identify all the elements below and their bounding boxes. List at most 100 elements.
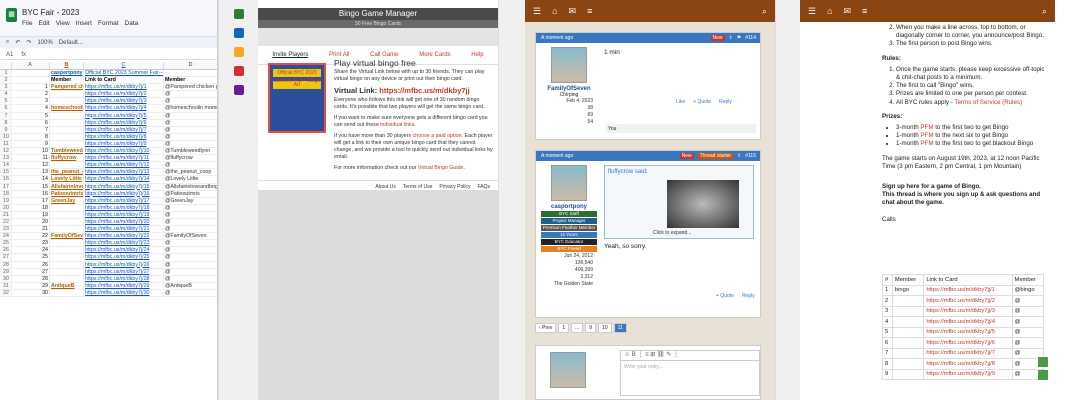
cell[interactable]: @AntiqueB: [164, 283, 217, 289]
cell[interactable]: @: [164, 141, 217, 147]
scroll-up-icon[interactable]: [1038, 357, 1048, 367]
quote-button[interactable]: + Quote: [716, 293, 734, 299]
pfm-link[interactable]: PFM: [920, 132, 933, 139]
cell[interactable]: 5: [12, 112, 50, 119]
cell[interactable]: [50, 162, 84, 169]
post-number[interactable]: #115: [745, 151, 760, 161]
cell[interactable]: the_peanut_g: [50, 169, 84, 176]
cell[interactable]: @: [164, 254, 217, 260]
table-row[interactable]: 8 6 https://mfbc.us/m/dkby7j/6 @: [0, 119, 217, 127]
cell[interactable]: https://mfbc.us/m/dkby7j/25: [84, 254, 164, 261]
cell[interactable]: 28: [0, 261, 12, 268]
cell[interactable]: fluffycrow: [50, 155, 84, 162]
cell[interactable]: https://mfbc.us/m/dkby7jj/6: [923, 337, 1013, 349]
table-row[interactable]: 9 7 https://mfbc.us/m/dkby7j/7 @: [0, 126, 217, 134]
cell[interactable]: AntiqueB: [50, 282, 84, 289]
chat-icon[interactable]: ✉: [569, 6, 577, 17]
table-row[interactable]: 32 30 https://mfbc.us/m/dkby7j/30 @: [0, 289, 217, 297]
menu-icon[interactable]: ☰: [808, 6, 816, 17]
cell[interactable]: 16: [0, 176, 12, 183]
cell[interactable]: 5: [0, 98, 12, 105]
cell[interactable]: 28: [12, 275, 50, 282]
cell[interactable]: [50, 275, 84, 282]
cell[interactable]: https://mfbc.us/m/dkby7j/30: [84, 289, 164, 296]
menu-item[interactable]: Insert: [76, 20, 92, 27]
column-header[interactable]: B: [50, 62, 84, 69]
cell[interactable]: 11: [12, 155, 50, 162]
cell[interactable]: 10: [0, 133, 12, 140]
table-row[interactable]: 3 1 Pampered chi https://mfbc.us/m/dkby7j/1…: [0, 84, 217, 92]
table-row[interactable]: 31 29 AntiqueB https://mfbc.us/m/dkby7j/29 @…: [0, 282, 217, 290]
cell[interactable]: 1: [12, 84, 50, 91]
cell[interactable]: [12, 70, 50, 77]
doc-title[interactable]: BYC Fair - 2023: [22, 8, 79, 17]
sheets-logo-icon[interactable]: ▦: [6, 8, 17, 22]
cell[interactable]: https://mfbc.us/m/dkby7jj/8: [923, 358, 1013, 370]
page-link[interactable]: ‹ Prev: [535, 323, 557, 333]
table-row[interactable]: 1 caspertpony Official BYC 2023 Summer Fai…: [0, 70, 217, 78]
cell[interactable]: 3: [12, 98, 50, 105]
cell[interactable]: @: [164, 269, 217, 275]
cell[interactable]: https://mfbc.us/m/dkby7jj/7: [923, 347, 1013, 359]
cell[interactable]: 12: [12, 162, 50, 169]
table-row[interactable]: 28 26 https://mfbc.us/m/dkby7j/26 @: [0, 261, 217, 269]
expand-link[interactable]: Click to expand...: [653, 230, 691, 236]
cell[interactable]: 25: [12, 254, 50, 261]
cell[interactable]: @Lovely Little: [164, 176, 217, 182]
cell[interactable]: 14: [12, 176, 50, 183]
page-link[interactable]: 10: [598, 323, 612, 333]
cell[interactable]: 2: [12, 91, 50, 98]
cell[interactable]: 27: [12, 268, 50, 275]
cell[interactable]: @: [164, 226, 217, 232]
cell[interactable]: 25: [0, 240, 12, 247]
rules-link[interactable]: Terms of Service (Rules): [954, 99, 1022, 106]
cell[interactable]: 23: [0, 226, 12, 233]
cell[interactable]: 19: [0, 197, 12, 204]
cell[interactable]: https://mfbc.us/m/dkby7j/21: [84, 226, 164, 233]
cell[interactable]: 3: [0, 84, 12, 91]
quote-author[interactable]: fluffycrow said:: [608, 169, 648, 175]
cell[interactable]: 20: [12, 218, 50, 226]
guide-link[interactable]: Virtual Bingo Guide.: [418, 165, 465, 171]
table-row[interactable]: 12 10 Tumbleweedl https://mfbc.us/m/dkby7j/…: [0, 148, 217, 156]
reply-editor[interactable]: ☺ B ⋮ ≡ ⊞ ⛓ ✎ ⋮ Write your reply...: [620, 350, 760, 396]
cell[interactable]: Lovely Little: [50, 176, 84, 183]
cell[interactable]: Patiooutmris: [50, 190, 84, 197]
bingo-nav-item[interactable]: More Cards: [419, 52, 450, 58]
cell[interactable]: https://mfbc.us/m/dkby7j/4: [84, 105, 164, 112]
bookmark-icon[interactable]: ⚑: [737, 33, 741, 43]
cell[interactable]: 13: [0, 155, 12, 162]
cell[interactable]: https://mfbc.us/m/dkby7j/16: [84, 190, 164, 197]
cell[interactable]: https://mfbc.us/m/dkby7jj/9: [923, 368, 1013, 380]
cell[interactable]: [50, 226, 84, 233]
cell[interactable]: 4: [12, 105, 50, 112]
cell[interactable]: [50, 204, 84, 211]
cell[interactable]: 8: [0, 119, 12, 126]
cell[interactable]: @Pampered chicken gir: [164, 84, 217, 90]
table-row[interactable]: 29 27 https://mfbc.us/m/dkby7j/27 @: [0, 268, 217, 276]
cell[interactable]: 9: [0, 126, 12, 133]
cell[interactable]: 24: [0, 233, 12, 240]
cell[interactable]: 32: [0, 289, 12, 296]
cell[interactable]: https://mfbc.us/m/dkby7j/2: [84, 91, 164, 98]
cell[interactable]: [50, 112, 84, 119]
cell[interactable]: https://mfbc.us/m/dkby7j/8: [84, 133, 164, 140]
page-link[interactable]: 1: [558, 323, 570, 333]
table-row[interactable]: 20 18 https://mfbc.us/m/dkby7j/18 @: [0, 204, 217, 212]
table-row[interactable]: 23 21 https://mfbc.us/m/dkby7j/21 @: [0, 226, 217, 234]
cell[interactable]: Pampered chi: [50, 84, 84, 91]
cell[interactable]: 20: [0, 204, 12, 211]
column-header[interactable]: [0, 62, 12, 69]
cell[interactable]: [50, 211, 84, 218]
avatar[interactable]: [551, 47, 587, 83]
app-icon[interactable]: [233, 66, 244, 76]
cell[interactable]: 7: [0, 112, 12, 119]
cell[interactable]: @: [164, 247, 217, 253]
cell[interactable]: @: [164, 262, 217, 268]
cell[interactable]: https://mfbc.us/m/dkby7j/23: [84, 240, 164, 247]
cell[interactable]: [50, 218, 84, 226]
cell[interactable]: https://mfbc.us/m/dkby7j/29: [84, 282, 164, 289]
cell[interactable]: @Tumbleweedlynn: [164, 148, 217, 154]
table-row[interactable]: 27 25 https://mfbc.us/m/dkby7j/25 @: [0, 254, 217, 262]
list-icon[interactable]: ≡: [862, 6, 867, 16]
